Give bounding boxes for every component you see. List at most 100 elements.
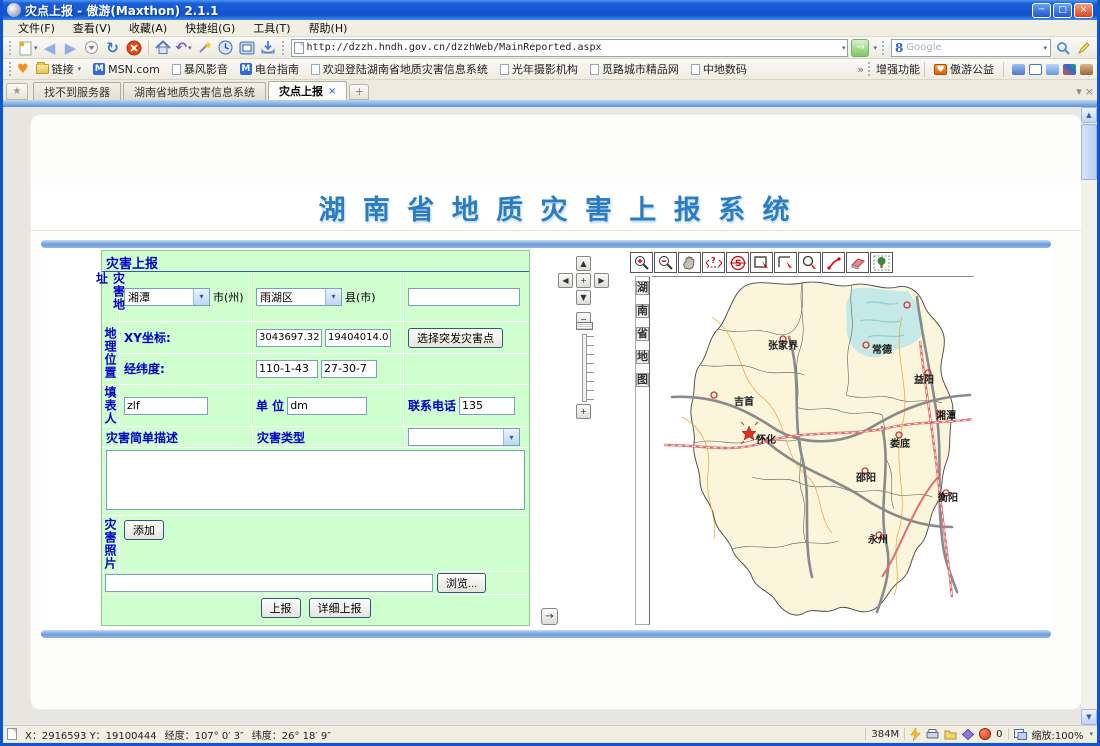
unit-input[interactable] bbox=[287, 397, 367, 415]
minimize-button[interactable]: ─ bbox=[1032, 3, 1051, 18]
zoom-window-button[interactable] bbox=[1014, 729, 1027, 740]
maxthon-charity-button[interactable]: ♥ 傲游公益 bbox=[929, 61, 999, 77]
home-button[interactable] bbox=[154, 39, 172, 57]
new-page-button[interactable]: ▾ bbox=[18, 39, 38, 57]
menu-favorites[interactable]: 收藏(A) bbox=[120, 20, 176, 36]
tab-close-icon[interactable]: × bbox=[328, 86, 336, 97]
bookmark-baofeng[interactable]: 暴风影音 bbox=[167, 61, 233, 77]
print-button[interactable] bbox=[926, 729, 939, 740]
skin-icon[interactable] bbox=[1012, 64, 1025, 75]
bookmark-photo[interactable]: 光年摄影机构 bbox=[495, 61, 583, 77]
search-box[interactable]: 8 Google ▾ bbox=[891, 39, 1051, 57]
reporter-name-input[interactable] bbox=[124, 397, 208, 415]
search-go-button[interactable] bbox=[1054, 39, 1072, 57]
map-tool-zoom-rect[interactable] bbox=[774, 252, 797, 273]
scroll-up-icon[interactable]: ▲ bbox=[1081, 107, 1097, 123]
pick-disaster-point-button[interactable]: 选择突发灾害点 bbox=[408, 328, 503, 348]
longitude-input[interactable] bbox=[256, 360, 318, 378]
folder-button[interactable] bbox=[944, 729, 957, 740]
side-char[interactable]: 南 bbox=[636, 304, 649, 318]
magic-fill-button[interactable] bbox=[196, 39, 214, 57]
map-tool-full-extent[interactable]: S bbox=[726, 252, 749, 273]
go-caret-icon[interactable]: ▾ bbox=[873, 44, 877, 52]
menu-view[interactable]: 查看(V) bbox=[64, 20, 120, 36]
bookmarks-overflow-button[interactable]: » bbox=[857, 63, 864, 76]
bookmark-milu[interactable]: 觅路城市精品网 bbox=[585, 61, 684, 77]
x-coordinate-input[interactable] bbox=[256, 329, 322, 347]
address-detail-input[interactable] bbox=[408, 288, 520, 306]
browse-button[interactable]: 浏览... bbox=[437, 573, 486, 593]
pan-up-button[interactable]: ▲ bbox=[576, 256, 591, 271]
menu-help[interactable]: 帮助(H) bbox=[300, 20, 357, 36]
forward-button[interactable]: ▶ bbox=[62, 39, 80, 57]
hunan-map-canvas[interactable]: 张家界 常德 益阳 吉首 怀化 湘潭 娄底 邵阳 衡阳 永州 bbox=[652, 276, 974, 625]
tab-server-not-found[interactable]: 找不到服务器 bbox=[33, 82, 121, 100]
add-photo-button[interactable]: 添加 bbox=[124, 520, 164, 540]
bookmark-zhongdi[interactable]: 中地数码 bbox=[686, 61, 752, 77]
submit-report-button[interactable]: 上报 bbox=[261, 598, 301, 618]
side-char[interactable]: 省 bbox=[636, 327, 649, 341]
new-tab-button[interactable]: + bbox=[349, 84, 369, 100]
filter-button[interactable] bbox=[962, 729, 974, 740]
history-dropdown-button[interactable] bbox=[83, 39, 101, 57]
search-caret-icon[interactable]: ▾ bbox=[1043, 44, 1047, 52]
county-select[interactable]: 雨湖区 ▾ bbox=[256, 288, 342, 306]
map-tool-draw-polyline[interactable] bbox=[822, 252, 845, 273]
map-tool-select-rect[interactable] bbox=[750, 252, 773, 273]
zoom-caret-icon[interactable]: ▾ bbox=[1089, 730, 1093, 738]
zoom-level[interactable]: 缩放:100% bbox=[1032, 727, 1084, 742]
tab-hunan-geo-system[interactable]: 湖南省地质灾害信息系统 bbox=[123, 82, 266, 100]
map-tool-pan[interactable] bbox=[678, 252, 701, 273]
zoom-slider-thumb[interactable] bbox=[576, 322, 593, 330]
detail-report-button[interactable]: 详细上报 bbox=[309, 598, 371, 618]
undo-button[interactable]: ↶ ▾ bbox=[175, 39, 193, 57]
back-button[interactable]: ◀ bbox=[41, 39, 59, 57]
map-tool-eraser[interactable] bbox=[846, 252, 869, 273]
refresh-button[interactable]: ↻ bbox=[104, 39, 122, 57]
y-coordinate-input[interactable] bbox=[325, 329, 391, 347]
map-tool-layer-tree[interactable] bbox=[870, 252, 893, 273]
tab-disaster-report[interactable]: 灾点上报 × bbox=[268, 81, 347, 100]
ad-blocker-button[interactable] bbox=[979, 728, 991, 740]
map-tool-select-circle[interactable] bbox=[798, 252, 821, 273]
snapshot-button[interactable] bbox=[238, 39, 256, 57]
download-button[interactable] bbox=[259, 39, 277, 57]
maximize-button[interactable]: □ bbox=[1053, 3, 1072, 18]
pan-center-button[interactable]: + bbox=[576, 273, 591, 288]
map-tool-measure[interactable]: ? bbox=[702, 252, 725, 273]
window-split-icon[interactable] bbox=[1029, 64, 1042, 75]
zoom-in-step-button[interactable]: + bbox=[576, 404, 591, 419]
tab-list-button[interactable]: ▾ bbox=[1076, 85, 1082, 98]
bookmark-msn[interactable]: M MSN.com bbox=[88, 63, 165, 76]
pan-left-button[interactable]: ◀ bbox=[558, 273, 573, 288]
disaster-type-select[interactable]: ▾ bbox=[408, 428, 520, 446]
description-textarea[interactable] bbox=[106, 450, 525, 510]
proxy-icon[interactable] bbox=[1063, 64, 1076, 75]
sidebar-icon[interactable] bbox=[1046, 64, 1059, 75]
boost-button[interactable] bbox=[910, 728, 921, 741]
scroll-thumb[interactable] bbox=[1081, 124, 1097, 180]
bookmark-links-folder[interactable]: 链接 ▾ bbox=[31, 61, 87, 77]
pan-down-button[interactable]: ▼ bbox=[576, 290, 591, 305]
pan-right-button[interactable]: ▶ bbox=[594, 273, 609, 288]
phone-input[interactable] bbox=[459, 397, 515, 415]
close-button[interactable]: × bbox=[1074, 3, 1093, 18]
map-tool-zoom-in[interactable] bbox=[630, 252, 653, 273]
city-select[interactable]: 湘潭 ▾ bbox=[124, 288, 210, 306]
bookmark-hunan-geo[interactable]: 欢迎登陆湖南省地质灾害信息系统 bbox=[306, 61, 493, 77]
side-char[interactable]: 图 bbox=[636, 373, 649, 387]
go-button[interactable]: → bbox=[851, 39, 869, 57]
bookmark-radio[interactable]: M 电台指南 bbox=[235, 61, 304, 77]
side-char[interactable]: 地 bbox=[636, 350, 649, 364]
map-tool-zoom-out[interactable] bbox=[654, 252, 677, 273]
address-bar[interactable]: http://dzzh.hndh.gov.cn/dzzhWeb/MainRepo… bbox=[291, 39, 849, 57]
history-button[interactable] bbox=[217, 39, 235, 57]
scroll-down-icon[interactable]: ▼ bbox=[1081, 709, 1097, 725]
menu-file[interactable]: 文件(F) bbox=[9, 20, 64, 36]
tab-close-all-button[interactable]: × bbox=[1085, 85, 1094, 98]
file-path-input[interactable] bbox=[105, 574, 433, 592]
collapse-panel-button[interactable]: → bbox=[541, 608, 558, 625]
latitude-input[interactable] bbox=[321, 360, 377, 378]
address-caret-icon[interactable]: ▾ bbox=[842, 44, 846, 52]
side-char[interactable]: 湖 bbox=[636, 281, 649, 295]
